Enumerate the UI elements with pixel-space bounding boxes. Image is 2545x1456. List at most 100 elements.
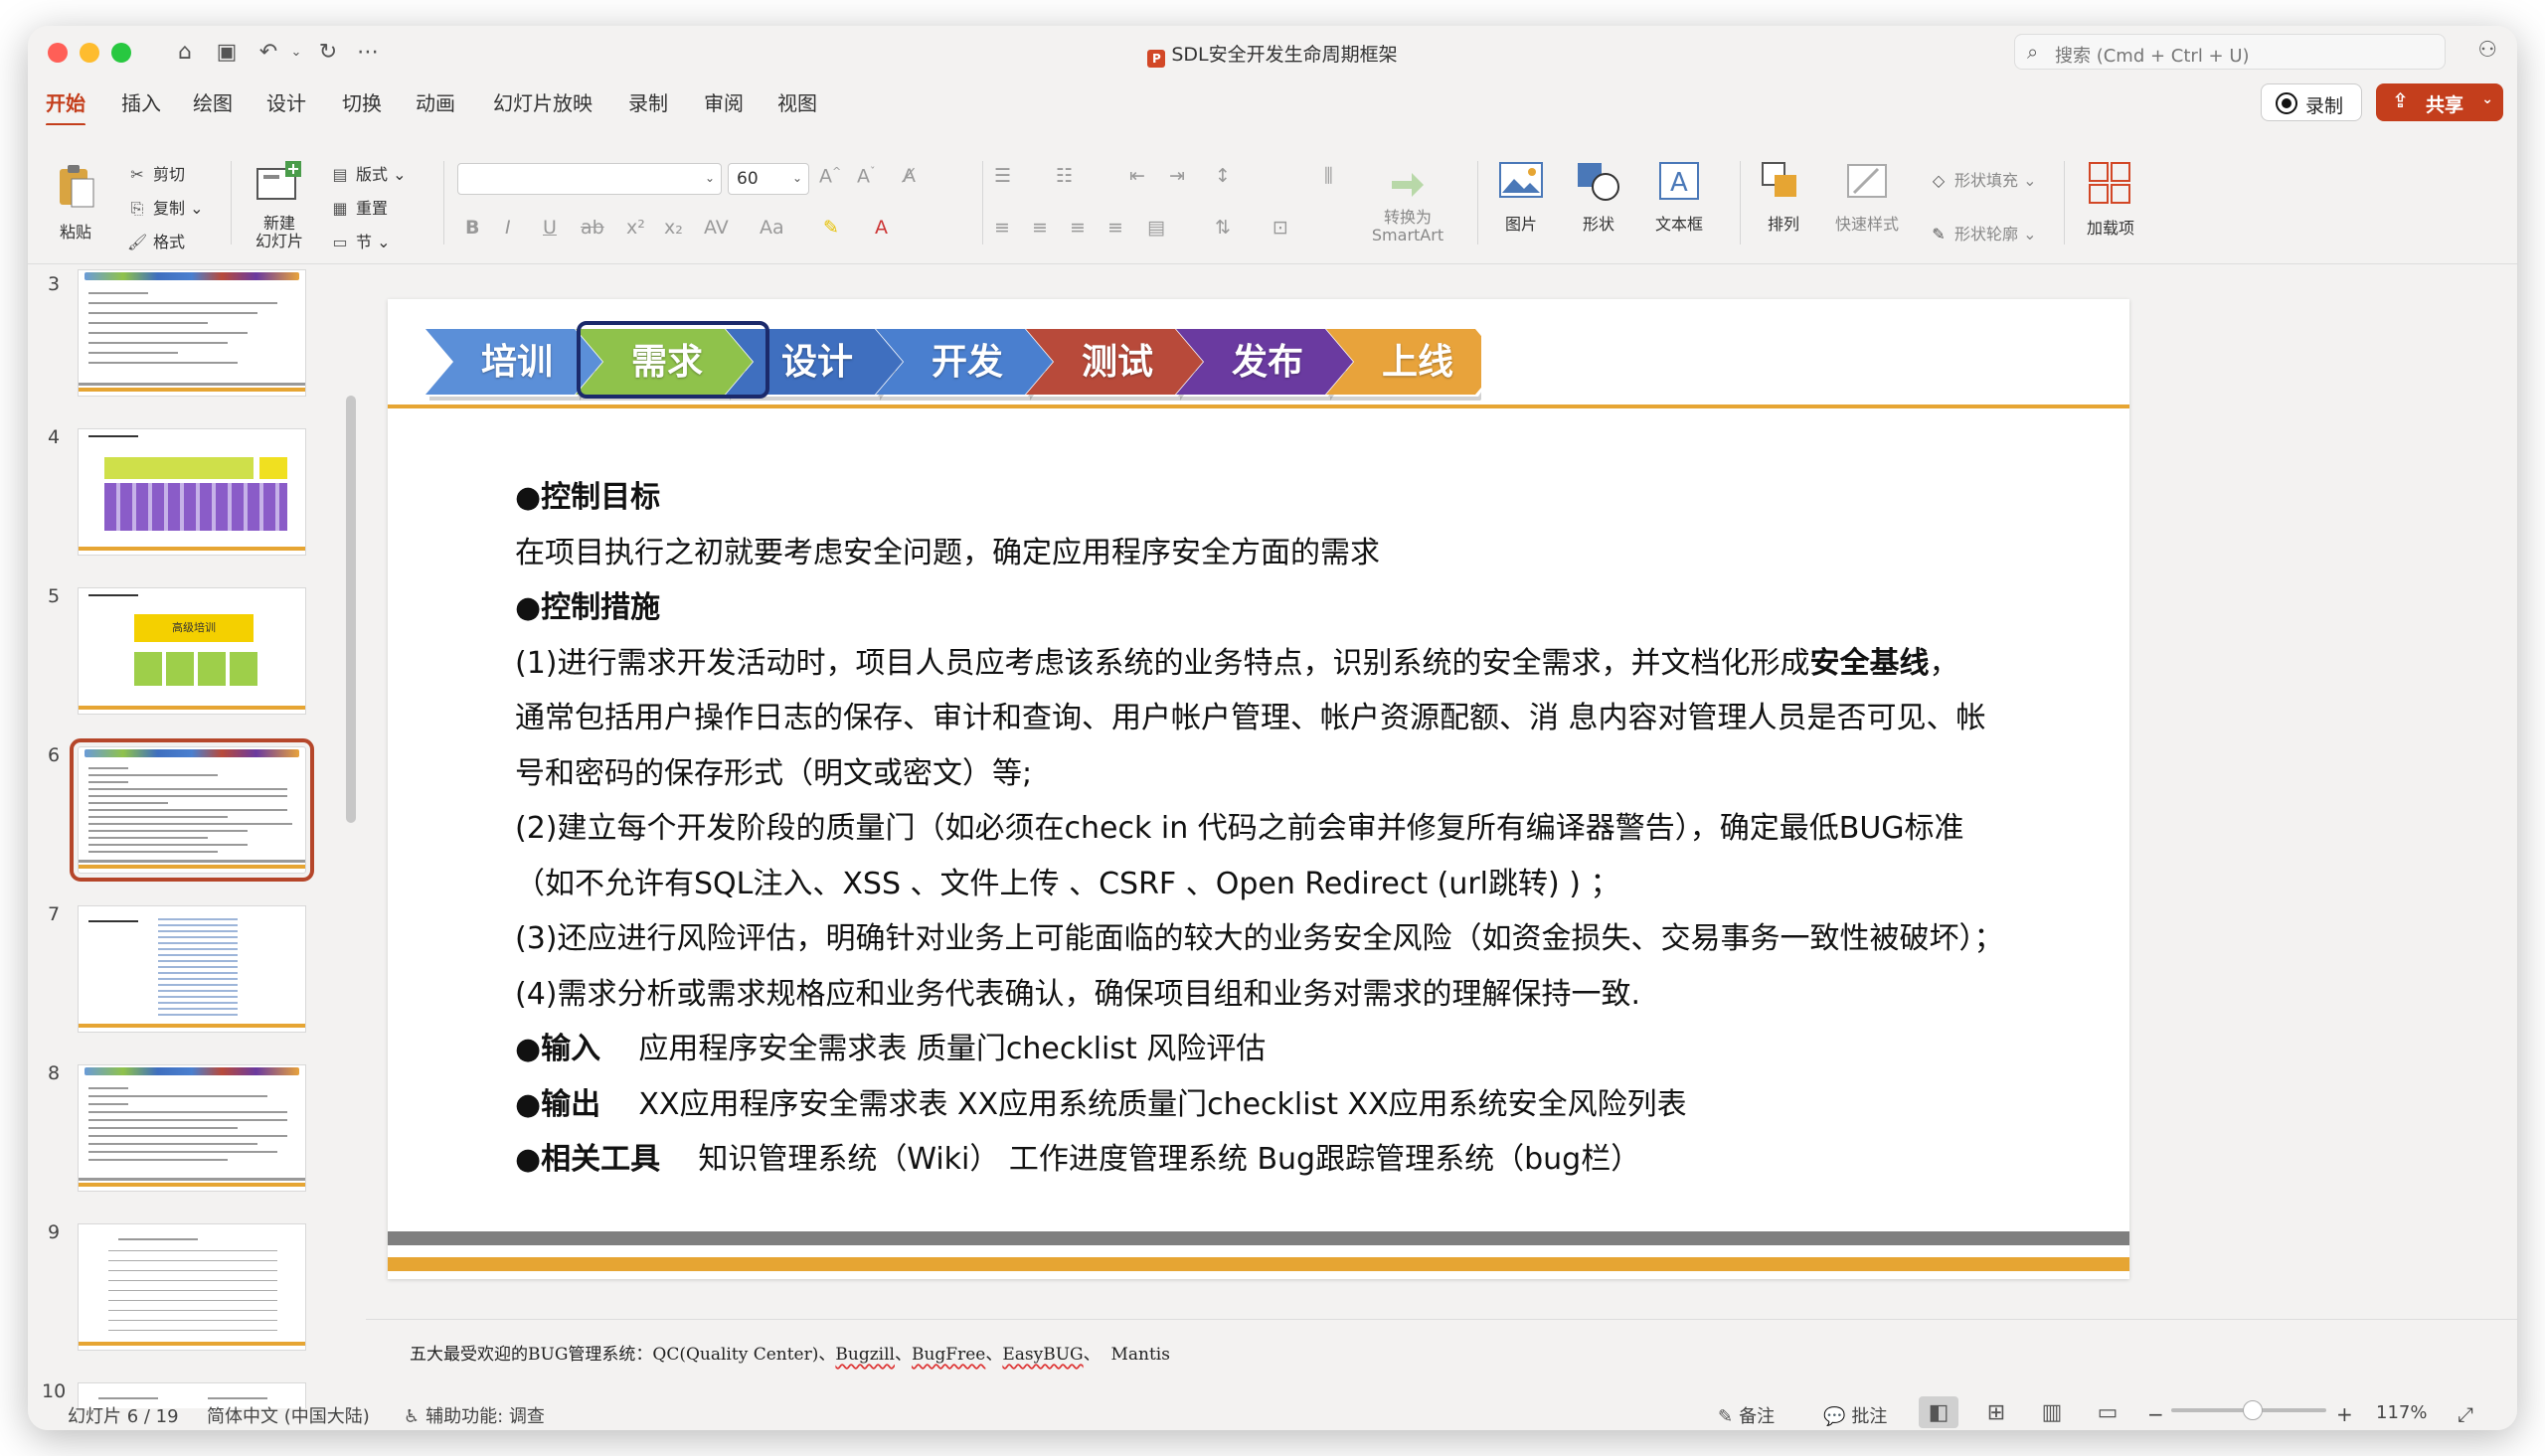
format-painter-button[interactable]: 🖌 格式 bbox=[127, 229, 185, 252]
step-label: 开发 bbox=[931, 342, 1003, 383]
tab-view[interactable]: 视图 bbox=[777, 87, 817, 116]
thumbnail-text-line bbox=[88, 1143, 257, 1145]
thumbnail-number: 6 bbox=[47, 744, 61, 766]
textbox-button[interactable]: A 文本框 bbox=[1644, 161, 1714, 235]
tab-record[interactable]: 录制 bbox=[628, 87, 668, 116]
convert-smartart-button[interactable]: 转换为 SmartArt bbox=[1360, 163, 1455, 244]
notes-icon: ✎ bbox=[1718, 1406, 1734, 1427]
slide-counter[interactable]: 幻灯片 6 / 19 bbox=[68, 1402, 179, 1428]
slide-body-text[interactable]: ●控制目标 在项目执行之初就要考虑安全问题，确定应用程序安全方面的需求 ●控制措… bbox=[515, 470, 2086, 1188]
slide-thumbnail-8[interactable] bbox=[78, 1064, 306, 1192]
thumbnail-number: 10 bbox=[42, 1380, 67, 1402]
divider bbox=[2064, 161, 2065, 244]
slide-thumbnail-6[interactable] bbox=[70, 738, 314, 882]
align-right-icon[interactable]: ≡ bbox=[1070, 217, 1086, 239]
slide-thumbnail-4[interactable] bbox=[78, 428, 306, 556]
notes-label: 备注 bbox=[1739, 1406, 1776, 1427]
tab-insert[interactable]: 插入 bbox=[121, 87, 161, 116]
numbering-icon[interactable]: ☷ bbox=[1056, 165, 1073, 187]
strikethrough-icon[interactable]: ab bbox=[581, 217, 604, 239]
bold-icon[interactable]: B bbox=[465, 217, 479, 239]
paste-button[interactable]: 粘贴 bbox=[46, 163, 105, 243]
speaker-notes[interactable]: 五大最受欢迎的BUG管理系统：QC(Quality Center)、Bugzil… bbox=[366, 1319, 2517, 1408]
italic-icon[interactable]: I bbox=[505, 217, 511, 239]
font-color-icon[interactable]: A bbox=[875, 217, 888, 239]
decrease-indent-icon[interactable]: ⇤ bbox=[1129, 165, 1145, 187]
arrange-button[interactable]: 排列 bbox=[1752, 161, 1815, 235]
step-label: 测试 bbox=[1081, 342, 1153, 383]
superscript-icon[interactable]: x² bbox=[626, 217, 645, 239]
slide-thumbnail-3[interactable] bbox=[78, 269, 306, 397]
align-text-icon[interactable]: ⊡ bbox=[1272, 217, 1288, 239]
reading-view-icon[interactable]: ▥ bbox=[2032, 1396, 2072, 1428]
font-size-select[interactable]: 60 ⌄ bbox=[728, 163, 809, 195]
align-center-icon[interactable]: ≡ bbox=[1032, 217, 1048, 239]
copy-button[interactable]: ⎘ 复制 ⌄ bbox=[127, 195, 204, 219]
subscript-icon[interactable]: x₂ bbox=[664, 217, 683, 239]
share-people-icon[interactable]: ⚇ bbox=[2477, 38, 2497, 63]
section-button[interactable]: ▭ 节 ⌄ bbox=[330, 229, 390, 252]
heading-output: ●输出 bbox=[515, 1086, 601, 1122]
thumbnail-table bbox=[108, 1250, 277, 1340]
change-case-icon[interactable]: Aa bbox=[760, 217, 784, 239]
layout-button[interactable]: ▤ 版式 ⌄ bbox=[330, 161, 406, 185]
tab-animations[interactable]: 动画 bbox=[416, 87, 455, 116]
comments-toggle[interactable]: 💬 批注 bbox=[1823, 1402, 1887, 1428]
shape-outline-button[interactable]: ✎ 形状轮廓 ⌄ bbox=[1929, 221, 2036, 244]
distributed-icon[interactable]: ▤ bbox=[1147, 217, 1165, 239]
zoom-out-icon[interactable]: − bbox=[2147, 1402, 2164, 1426]
picture-button[interactable]: 图片 bbox=[1489, 161, 1553, 235]
accessibility-status[interactable]: ♿ 辅助功能: 调查 bbox=[404, 1402, 545, 1428]
new-slide-button[interactable]: 新建 幻灯片 bbox=[245, 161, 314, 250]
slide-thumbnail-9[interactable] bbox=[78, 1223, 306, 1351]
thumbnail-text-line bbox=[88, 1151, 277, 1153]
columns-icon[interactable]: ⫼ bbox=[1324, 165, 1333, 187]
tab-design[interactable]: 设计 bbox=[266, 87, 306, 116]
cut-button[interactable]: ✂ 剪切 bbox=[127, 161, 185, 185]
character-spacing-icon[interactable]: AV bbox=[704, 217, 729, 239]
zoom-level[interactable]: 117% bbox=[2376, 1402, 2427, 1423]
fit-to-window-icon[interactable]: ⤢ bbox=[2458, 1402, 2473, 1426]
new-slide-icon bbox=[256, 161, 301, 200]
line-spacing-icon[interactable]: ↕ bbox=[1215, 165, 1231, 187]
shape-fill-button[interactable]: ◇ 形状填充 ⌄ bbox=[1929, 167, 2037, 191]
tab-transitions[interactable]: 切换 bbox=[342, 87, 382, 116]
current-slide[interactable]: 培训 需求 设计 开发 测试 发布 上线 ●控制目标 在项目执行之初就要考虑安全问题，确定应… bbox=[388, 299, 2129, 1279]
tab-draw[interactable]: 绘图 bbox=[193, 87, 233, 116]
decrease-font-icon[interactable]: Aˇ bbox=[857, 165, 876, 187]
font-name-select[interactable]: ⌄ bbox=[457, 163, 722, 195]
thumbnail-text-line bbox=[88, 844, 248, 846]
zoom-in-icon[interactable]: + bbox=[2336, 1402, 2353, 1426]
slide-thumbnail-7[interactable] bbox=[78, 905, 306, 1033]
notes-toggle[interactable]: ✎ 备注 bbox=[1718, 1402, 1775, 1428]
thumbnail-bar bbox=[79, 865, 305, 869]
increase-font-icon[interactable]: A^ bbox=[819, 165, 841, 187]
tab-review[interactable]: 审阅 bbox=[704, 87, 744, 116]
slide-thumbnail-5[interactable]: 高级培训 bbox=[78, 587, 306, 715]
normal-view-icon[interactable]: ◧ bbox=[1919, 1396, 1958, 1428]
quick-styles-button[interactable]: 快速样式 bbox=[1829, 161, 1905, 235]
slideshow-icon[interactable]: ▭ bbox=[2088, 1396, 2127, 1428]
justify-icon[interactable]: ≡ bbox=[1107, 217, 1123, 239]
highlight-icon[interactable]: ✎ bbox=[823, 217, 839, 239]
tab-home[interactable]: 开始 bbox=[46, 87, 85, 126]
language-status[interactable]: 简体中文 (中国大陆) bbox=[207, 1402, 370, 1428]
underline-icon[interactable]: U bbox=[543, 217, 557, 239]
reset-button[interactable]: ▦ 重置 bbox=[330, 195, 388, 219]
share-button[interactable]: ⇪ 共享 ⌄ bbox=[2376, 83, 2503, 121]
record-button[interactable]: 录制 bbox=[2261, 83, 2362, 121]
thumbnail-scrollbar[interactable] bbox=[346, 396, 356, 823]
thumbnail-bar bbox=[79, 1178, 305, 1181]
tab-slideshow[interactable]: 幻灯片放映 bbox=[493, 87, 593, 116]
bullets-icon[interactable]: ☰ bbox=[994, 165, 1011, 187]
thumbnail-text-line bbox=[88, 851, 218, 853]
text-direction-icon[interactable]: ⇅ bbox=[1215, 217, 1231, 239]
zoom-slider-knob[interactable] bbox=[2243, 1400, 2263, 1420]
clear-format-icon[interactable]: A̸ bbox=[903, 165, 916, 187]
addins-button[interactable]: 加载项 bbox=[2076, 161, 2145, 239]
search-box[interactable]: ⌕ 搜索 (Cmd + Ctrl + U) bbox=[2014, 34, 2446, 70]
shape-button[interactable]: 形状 bbox=[1567, 161, 1630, 235]
align-left-icon[interactable]: ≡ bbox=[994, 217, 1010, 239]
increase-indent-icon[interactable]: ⇥ bbox=[1169, 165, 1185, 187]
slide-sorter-icon[interactable]: ⊞ bbox=[1976, 1396, 2016, 1428]
